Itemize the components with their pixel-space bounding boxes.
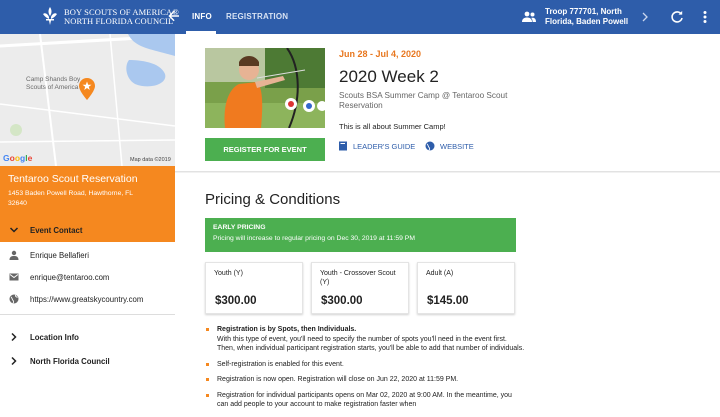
archery-photo-illustration bbox=[205, 48, 325, 128]
globe-icon bbox=[425, 141, 435, 151]
map-place-label: Camp Shands Boy Scouts of America bbox=[26, 76, 80, 92]
google-logo: Google bbox=[3, 153, 33, 163]
price-amount: $300.00 bbox=[321, 295, 363, 307]
price-card-youth: Youth (Y) $300.00 bbox=[205, 262, 303, 314]
book-icon bbox=[339, 141, 347, 151]
pricing-section: Pricing & Conditions EARLY PRICING Prici… bbox=[175, 173, 720, 417]
price-amount: $300.00 bbox=[215, 295, 257, 307]
venue-address-line1: 1453 Baden Powell Road, Hawthorne, FL bbox=[8, 190, 134, 197]
location-pin-icon[interactable] bbox=[79, 78, 95, 100]
globe-icon bbox=[9, 294, 19, 304]
map-background bbox=[0, 34, 175, 166]
org-name-line2: NORTH FLORIDA COUNCIL bbox=[64, 16, 174, 26]
contact-name: Enrique Bellafieri bbox=[30, 251, 89, 260]
price-card-adult: Adult (A) $145.00 bbox=[417, 262, 515, 314]
tab-info[interactable]: INFO bbox=[192, 12, 212, 21]
event-card: Jun 28 - Jul 4, 2020 2020 Week 2 Scouts … bbox=[175, 34, 720, 172]
price-name: Youth - Crossover Scout (Y) bbox=[320, 270, 396, 286]
event-description: This is all about Summer Camp! bbox=[339, 122, 446, 131]
event-title: 2020 Week 2 bbox=[339, 67, 439, 86]
council-label: North Florida Council bbox=[30, 357, 110, 366]
divider bbox=[0, 314, 175, 315]
price-card-youth-crossover: Youth - Crossover Scout (Y) $300.00 bbox=[311, 262, 409, 314]
chevron-right-icon[interactable] bbox=[641, 12, 649, 22]
map-place-label-line1: Camp Shands Boy bbox=[26, 76, 81, 83]
condition-text: With this type of event, you'll need to … bbox=[217, 335, 525, 353]
register-for-event-button[interactable]: REGISTER FOR EVENT bbox=[205, 138, 325, 161]
troop-name-line2: Florida, Baden Powell bbox=[545, 17, 629, 26]
venue-header: Tentaroo Scout Reservation 1453 Baden Po… bbox=[0, 166, 175, 242]
map[interactable]: Camp Shands Boy Scouts of America Google… bbox=[0, 34, 175, 166]
condition-item: Registration is by Spots, then Individua… bbox=[205, 325, 525, 354]
troop-name-line1: Troop 777701, North bbox=[545, 7, 622, 16]
event-contact-label: Event Contact bbox=[30, 226, 83, 235]
condition-item: Registration for individual participants… bbox=[205, 391, 525, 410]
fleur-de-lis-logo[interactable] bbox=[40, 6, 60, 26]
event-photo bbox=[205, 48, 325, 128]
condition-text: Registration is now open. Registration w… bbox=[217, 376, 459, 383]
tab-registration[interactable]: REGISTRATION bbox=[226, 12, 288, 21]
condition-text: Self-registration is enabled for this ev… bbox=[217, 360, 344, 368]
pricing-title: Pricing & Conditions bbox=[205, 191, 341, 208]
condition-heading: Registration is by Spots, then Individua… bbox=[217, 326, 357, 333]
venue-panel: Camp Shands Boy Scouts of America Google… bbox=[0, 34, 175, 417]
email-icon bbox=[9, 273, 19, 281]
org-name: BOY SCOUTS OF AMERICA® NORTH FLORIDA COU… bbox=[64, 8, 179, 26]
conditions-list: Registration is by Spots, then Individua… bbox=[205, 325, 525, 416]
event-subtitle: Scouts BSA Summer Camp @ Tentaroo Scout … bbox=[339, 91, 508, 110]
chevron-right-icon bbox=[11, 356, 17, 366]
chevron-down-icon bbox=[9, 227, 19, 233]
map-place-label-line2: Scouts of America bbox=[26, 84, 79, 91]
early-pricing-banner: EARLY PRICING Pricing will increase to r… bbox=[205, 218, 516, 252]
price-name: Adult (A) bbox=[426, 270, 454, 277]
troop-selector[interactable]: Troop 777701, North Florida, Baden Powel… bbox=[545, 7, 635, 27]
more-vert-icon[interactable] bbox=[698, 10, 712, 24]
condition-text: Registration for individual participants… bbox=[217, 391, 512, 409]
chevron-right-icon bbox=[11, 332, 17, 342]
price-amount: $145.00 bbox=[427, 295, 469, 307]
group-icon bbox=[522, 11, 536, 22]
contact-email[interactable]: enrique@tentaroo.com bbox=[30, 273, 109, 282]
price-name: Youth (Y) bbox=[214, 270, 243, 277]
person-icon bbox=[9, 250, 19, 260]
early-pricing-text: Pricing will increase to regular pricing… bbox=[213, 235, 415, 242]
early-pricing-heading: EARLY PRICING bbox=[213, 224, 266, 231]
leaders-guide-label: LEADER'S GUIDE bbox=[353, 142, 416, 151]
venue-name: Tentaroo Scout Reservation bbox=[8, 173, 138, 185]
condition-item: Self-registration is enabled for this ev… bbox=[205, 360, 525, 370]
back-arrow-icon[interactable] bbox=[166, 8, 182, 24]
map-attribution[interactable]: Map data ©2019 bbox=[130, 157, 171, 163]
website-label: WEBSITE bbox=[440, 142, 474, 151]
event-detail: Jun 28 - Jul 4, 2020 2020 Week 2 Scouts … bbox=[175, 34, 720, 417]
location-info-label: Location Info bbox=[30, 333, 79, 342]
refresh-icon[interactable] bbox=[670, 10, 684, 24]
condition-item: Registration is now open. Registration w… bbox=[205, 375, 525, 385]
top-app-bar: BOY SCOUTS OF AMERICA® NORTH FLORIDA COU… bbox=[0, 0, 720, 34]
venue-address-line2: 32640 bbox=[8, 200, 27, 207]
venue-address: 1453 Baden Powell Road, Hawthorne, FL 32… bbox=[8, 189, 167, 209]
event-dates: Jun 28 - Jul 4, 2020 bbox=[339, 49, 422, 59]
contact-website[interactable]: https://www.greatskycountry.com bbox=[30, 295, 143, 304]
